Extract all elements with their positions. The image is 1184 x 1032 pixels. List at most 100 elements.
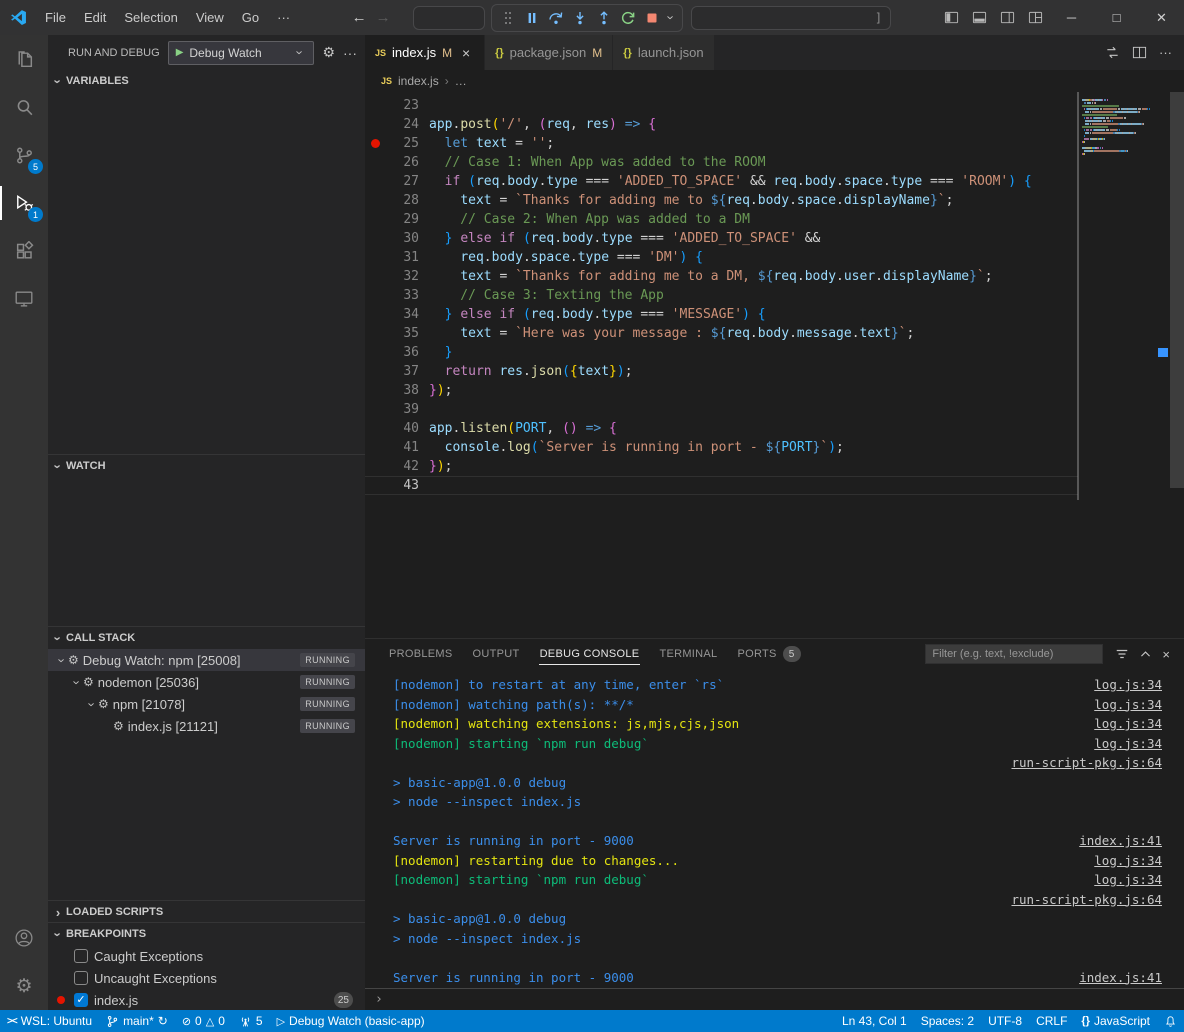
console-source-link[interactable]: index.js:41: [1079, 968, 1162, 988]
console-row[interactable]: Server is running in port - 9000index.js…: [393, 968, 1162, 988]
console-source-link[interactable]: log.js:34: [1094, 714, 1162, 734]
code-line[interactable]: 29 // Case 2: When App was added to a DM: [365, 210, 1184, 229]
close-panel-icon[interactable]: ×: [1162, 647, 1170, 662]
console-source-link[interactable]: run-script-pkg.js:64: [1011, 890, 1162, 910]
debug-gear-icon[interactable]: ⚙: [322, 44, 335, 61]
line-number[interactable]: 26: [385, 155, 419, 170]
chevron-down-icon[interactable]: ›: [70, 676, 85, 688]
code-line[interactable]: 37 return res.json({text});: [365, 362, 1184, 381]
watch-section-header[interactable]: › WATCH: [48, 455, 365, 477]
toggle-panel-icon[interactable]: [965, 10, 993, 25]
line-number[interactable]: 43: [385, 478, 419, 493]
line-number[interactable]: 33: [385, 288, 419, 303]
breadcrumb-file[interactable]: index.js: [398, 74, 439, 88]
menu-file[interactable]: File: [36, 0, 75, 35]
menu-edit[interactable]: Edit: [75, 0, 115, 35]
maximize-icon[interactable]: □: [1094, 0, 1139, 35]
breakpoints-section-header[interactable]: › BREAKPOINTS: [48, 923, 365, 945]
pause-icon[interactable]: [521, 7, 542, 29]
console-source-link[interactable]: log.js:34: [1094, 734, 1162, 754]
panel-tab-problems[interactable]: PROBLEMS: [379, 639, 463, 669]
language-status[interactable]: {} JavaScript: [1074, 1010, 1157, 1032]
console-source-link[interactable]: log.js:34: [1094, 675, 1162, 695]
console-row[interactable]: [393, 948, 1162, 968]
forwarded-ports-status[interactable]: 5: [232, 1010, 270, 1032]
call-stack-row[interactable]: ›⚙nodemon [25036]RUNNING: [48, 671, 365, 693]
breakpoint-row[interactable]: Caught Exceptions: [48, 945, 365, 967]
code-line[interactable]: 26 // Case 1: When App was added to the …: [365, 153, 1184, 172]
tab-launch-json[interactable]: {} launch.json: [613, 35, 714, 70]
panel-tab-output[interactable]: OUTPUT: [463, 639, 530, 669]
nav-back-icon[interactable]: ←: [347, 9, 371, 26]
activity-search[interactable]: [0, 83, 48, 131]
line-number[interactable]: 40: [385, 421, 419, 436]
git-branch-status[interactable]: main* ↻: [99, 1010, 175, 1032]
sidebar-more-icon[interactable]: ···: [343, 45, 357, 61]
tab-package-json[interactable]: {} package.json M: [485, 35, 613, 70]
problems-status[interactable]: ⊘ 0 △ 0: [175, 1010, 232, 1032]
console-source-link[interactable]: log.js:34: [1094, 695, 1162, 715]
scrollbar-thumb[interactable]: [1170, 92, 1184, 488]
activity-source-control[interactable]: 5: [0, 131, 48, 179]
line-number[interactable]: 31: [385, 250, 419, 265]
menu-more-icon[interactable]: ···: [268, 0, 299, 35]
step-into-icon[interactable]: [569, 7, 590, 29]
filter-lines-icon[interactable]: [1115, 647, 1129, 661]
call-stack-row[interactable]: ⚙index.js [21121]RUNNING: [48, 715, 365, 737]
line-number[interactable]: 30: [385, 231, 419, 246]
code-line[interactable]: 25 let text = '';: [365, 134, 1184, 153]
remote-indicator[interactable]: >< WSL: Ubuntu: [0, 1010, 99, 1032]
editor[interactable]: 23 24app.post('/', (req, res) => {25 let …: [365, 92, 1184, 638]
line-number[interactable]: 35: [385, 326, 419, 341]
code-line[interactable]: 30 } else if (req.body.type === 'ADDED_T…: [365, 229, 1184, 248]
call-stack-row[interactable]: ›⚙npm [21078]RUNNING: [48, 693, 365, 715]
line-number[interactable]: 29: [385, 212, 419, 227]
debug-console-input[interactable]: ›: [365, 988, 1184, 1010]
line-number[interactable]: 34: [385, 307, 419, 322]
minimize-icon[interactable]: ─: [1049, 0, 1094, 35]
toolbar-grip-icon[interactable]: [497, 7, 518, 29]
activity-accounts[interactable]: [0, 914, 48, 962]
code-line[interactable]: 24app.post('/', (req, res) => {: [365, 115, 1184, 134]
console-source-link[interactable]: index.js:41: [1079, 831, 1162, 851]
breakpoint-dot[interactable]: [371, 139, 380, 148]
console-row[interactable]: run-script-pkg.js:64: [393, 890, 1162, 910]
menu-go[interactable]: Go: [233, 0, 268, 35]
nav-forward-icon[interactable]: →: [371, 9, 395, 26]
activity-run-debug[interactable]: 1: [0, 179, 48, 227]
close-tab-icon[interactable]: ×: [458, 45, 474, 61]
console-row[interactable]: [nodemon] watching extensions: js,mjs,cj…: [393, 714, 1162, 734]
activity-settings[interactable]: ⚙: [0, 962, 48, 1010]
console-row[interactable]: [nodemon] starting `npm run debug`log.js…: [393, 734, 1162, 754]
call-stack-section-header[interactable]: › CALL STACK: [48, 627, 365, 649]
code-line[interactable]: 28 text = `Thanks for adding me to ${req…: [365, 191, 1184, 210]
code-line[interactable]: 41 console.log(`Server is running in por…: [365, 438, 1184, 457]
console-source-link[interactable]: run-script-pkg.js:64: [1011, 753, 1162, 773]
eol-status[interactable]: CRLF: [1029, 1010, 1074, 1032]
code-line[interactable]: 38});: [365, 381, 1184, 400]
line-number[interactable]: 36: [385, 345, 419, 360]
line-number[interactable]: 37: [385, 364, 419, 379]
line-number[interactable]: 28: [385, 193, 419, 208]
command-center[interactable]: ]: [691, 6, 891, 30]
indentation-status[interactable]: Spaces: 2: [914, 1010, 981, 1032]
console-filter-input[interactable]: [925, 644, 1103, 664]
code-line[interactable]: 36 }: [365, 343, 1184, 362]
editor-scrollbar[interactable]: [1170, 92, 1184, 638]
breakpoint-row[interactable]: Uncaught Exceptions: [48, 967, 365, 989]
toggle-secondary-sidebar-icon[interactable]: [993, 10, 1021, 25]
code-line[interactable]: 34 } else if (req.body.type === 'MESSAGE…: [365, 305, 1184, 324]
code-line[interactable]: 32 text = `Thanks for adding me to a DM,…: [365, 267, 1184, 286]
breakpoint-checkbox[interactable]: [74, 971, 88, 985]
cursor-position[interactable]: Ln 43, Col 1: [835, 1010, 914, 1032]
toggle-sidebar-icon[interactable]: [937, 10, 965, 25]
console-row[interactable]: > node --inspect index.js: [393, 792, 1162, 812]
encoding-status[interactable]: UTF-8: [981, 1010, 1029, 1032]
menu-selection[interactable]: Selection: [115, 0, 186, 35]
more-actions-icon[interactable]: ···: [1159, 45, 1172, 60]
line-number[interactable]: 23: [385, 98, 419, 113]
code-line[interactable]: 33 // Case 3: Texting the App: [365, 286, 1184, 305]
breadcrumb[interactable]: JS index.js › …: [365, 70, 1184, 92]
code-line[interactable]: 39: [365, 400, 1184, 419]
line-number[interactable]: 25: [385, 136, 419, 151]
